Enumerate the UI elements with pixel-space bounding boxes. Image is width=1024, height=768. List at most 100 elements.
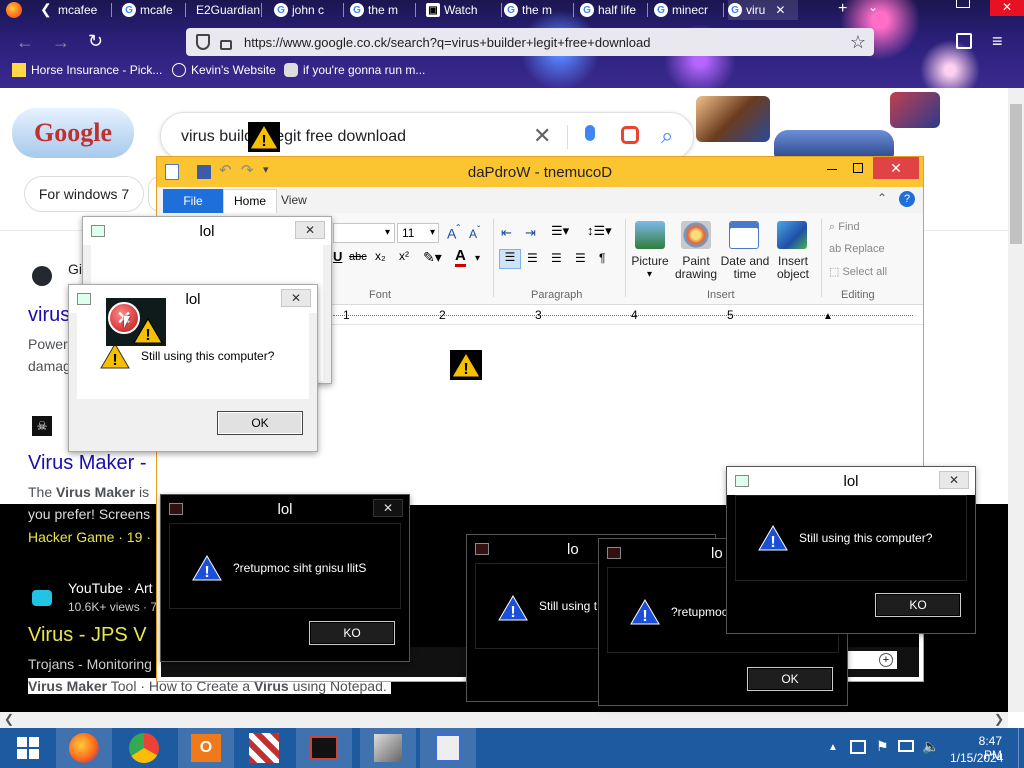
taskbar-terminal[interactable] <box>296 728 352 768</box>
tab-virus-active[interactable]: Gviru ✕ <box>728 0 798 20</box>
url-bar[interactable]: https://www.google.co.ck/search?q=virus+… <box>186 28 874 56</box>
taskbar-outlook[interactable]: O <box>178 728 234 768</box>
minimize-icon[interactable] <box>827 169 837 170</box>
url-text[interactable]: https://www.google.co.ck/search?q=virus+… <box>244 35 651 50</box>
tab-list-back-icon[interactable]: ❮ <box>40 1 52 18</box>
paint-drawing-button[interactable]: Paint drawing <box>671 255 721 281</box>
close-window-icon[interactable]: ✕ <box>990 0 1024 16</box>
underline-icon[interactable]: U <box>333 249 342 264</box>
dialog-titlebar[interactable]: lol ✕ <box>161 495 409 523</box>
tab-mcafee[interactable]: mcafee <box>58 0 112 20</box>
insert-picture-button[interactable]: Picture <box>627 255 673 268</box>
close-icon[interactable]: ✕ <box>295 221 325 239</box>
align-left-icon[interactable]: ☰ <box>499 249 521 269</box>
tab-e2guardian[interactable]: E2Guardian <box>196 0 262 20</box>
tab-minecraft[interactable]: Gminecr <box>654 0 724 20</box>
find-button[interactable]: ⌕ Find <box>829 221 860 234</box>
close-icon[interactable]: ✕ <box>939 471 969 489</box>
grow-font-icon[interactable]: Aˆ <box>447 223 460 242</box>
subscript-icon[interactable]: x₂ <box>375 249 386 263</box>
wordpad-titlebar[interactable]: ↶ ↷ ▾ daPdroW - tnemucoD ✕ <box>157 157 923 187</box>
new-tab-icon[interactable]: + <box>838 0 847 18</box>
clear-search-icon[interactable]: ✕ <box>533 123 551 149</box>
app-menu-icon[interactable]: ≡ <box>992 31 1003 52</box>
zoom-in-icon[interactable]: + <box>879 653 893 667</box>
result-2-title[interactable]: Virus Maker - <box>28 452 147 475</box>
show-desktop-button[interactable] <box>1018 728 1024 768</box>
volume-muted-icon[interactable]: 🔈 <box>922 738 939 755</box>
extensions-icon[interactable] <box>956 33 972 49</box>
taskbar-chrome[interactable] <box>116 728 172 768</box>
scroll-left-icon[interactable]: ❮ <box>4 712 14 726</box>
decrease-indent-icon[interactable]: ⇤ <box>501 225 512 241</box>
maximize-icon[interactable] <box>853 163 863 173</box>
calendar-icon[interactable] <box>729 221 759 249</box>
start-button[interactable] <box>0 728 56 768</box>
scrollbar-thumb[interactable] <box>1010 104 1022 244</box>
search-icon[interactable]: ⌕ <box>661 123 673 149</box>
bullets-icon[interactable]: ☰▾ <box>551 223 569 239</box>
bookmark-horse-insurance[interactable]: Horse Insurance - Pick... <box>12 63 162 77</box>
lol-dialog-inverted[interactable]: lol ✕ ! ?retupmoc siht gnisu llitS KO <box>160 494 410 662</box>
collapse-ribbon-icon[interactable]: ⌃ <box>877 191 887 205</box>
bookmark-star-icon[interactable]: ☆ <box>850 32 866 53</box>
network-icon[interactable] <box>850 740 866 754</box>
taskbar-app-cubes[interactable] <box>236 728 292 768</box>
highlight-icon[interactable]: ✎▾ <box>423 249 442 266</box>
line-spacing-icon[interactable]: ↕☰▾ <box>587 223 612 239</box>
paragraph-settings-icon[interactable]: ¶ <box>599 251 605 265</box>
ok-button[interactable]: KO <box>875 593 961 617</box>
tab-file[interactable]: File <box>163 189 223 213</box>
help-icon[interactable]: ? <box>899 191 915 207</box>
ok-button[interactable]: OK <box>747 667 833 691</box>
insert-object-button[interactable]: Insert object <box>769 255 817 281</box>
result-1-title[interactable]: virus <box>28 304 70 327</box>
replace-button[interactable]: ab Replace <box>829 243 885 255</box>
tab-the-m-2[interactable]: Gthe m <box>504 0 574 20</box>
minimize-window-icon[interactable] <box>956 0 970 8</box>
right-indent-marker-icon[interactable]: ▲ <box>823 311 833 322</box>
chip-for-windows-7[interactable]: For windows 7 <box>24 176 144 212</box>
google-search-box[interactable]: virus builder legit free download ✕ ⌕ <box>160 112 694 160</box>
microphone-icon[interactable] <box>585 125 595 141</box>
increase-indent-icon[interactable]: ⇥ <box>525 225 536 241</box>
lol-dialog-inverted[interactable]: lol ✕ ! Still using this computer? KO <box>726 466 976 634</box>
close-icon[interactable]: ✕ <box>281 289 311 307</box>
picture-icon[interactable] <box>635 221 665 249</box>
dialog-titlebar[interactable]: lol ✕ <box>83 217 331 245</box>
result-3-title[interactable]: Virus - JPS V <box>28 624 147 647</box>
tab-mcafe[interactable]: Gmcafe <box>122 0 186 20</box>
ok-button[interactable]: KO <box>309 621 395 645</box>
back-icon[interactable]: ← <box>16 32 34 53</box>
strikethrough-icon[interactable]: abc <box>349 251 367 263</box>
forward-icon[interactable]: → <box>52 32 70 53</box>
close-tab-icon[interactable]: ✕ <box>775 3 785 17</box>
paint-icon[interactable] <box>681 221 711 249</box>
lens-icon[interactable] <box>621 126 639 144</box>
tab-view[interactable]: View <box>281 193 307 207</box>
tab-watch[interactable]: ▣ Watch <box>426 0 502 20</box>
font-name-dropdown[interactable]: ▾ <box>333 223 395 243</box>
align-right-icon[interactable]: ☰ <box>551 251 562 265</box>
font-color-dropdown-icon[interactable]: ▾ <box>475 253 480 264</box>
close-icon[interactable]: ✕ <box>873 157 919 179</box>
tab-overflow-icon[interactable]: ⌄ <box>868 0 878 14</box>
superscript-icon[interactable]: x² <box>399 249 409 263</box>
firefox-menu-icon[interactable] <box>6 2 22 18</box>
reload-icon[interactable]: ↻ <box>88 31 103 52</box>
taskbar-app-setup[interactable] <box>360 728 416 768</box>
date-time-button[interactable]: Date and time <box>719 255 771 281</box>
google-doodle[interactable]: Google <box>12 108 134 158</box>
justify-icon[interactable]: ☰ <box>575 251 586 265</box>
search-input[interactable]: virus builder legit free download <box>181 128 406 146</box>
font-size-dropdown[interactable]: 11 ▾ <box>397 223 439 243</box>
clock-date[interactable]: 1/15/2024 <box>950 751 1003 765</box>
display-icon[interactable] <box>898 740 914 752</box>
scroll-right-icon[interactable]: ❯ <box>994 712 1004 726</box>
show-hidden-icons-icon[interactable]: ▲ <box>828 742 838 753</box>
ok-button[interactable]: OK <box>217 411 303 435</box>
object-icon[interactable] <box>777 221 807 249</box>
picture-dropdown-icon[interactable]: ▾ <box>647 269 652 280</box>
lock-icon[interactable] <box>220 40 232 50</box>
taskbar-firefox[interactable] <box>56 728 112 768</box>
